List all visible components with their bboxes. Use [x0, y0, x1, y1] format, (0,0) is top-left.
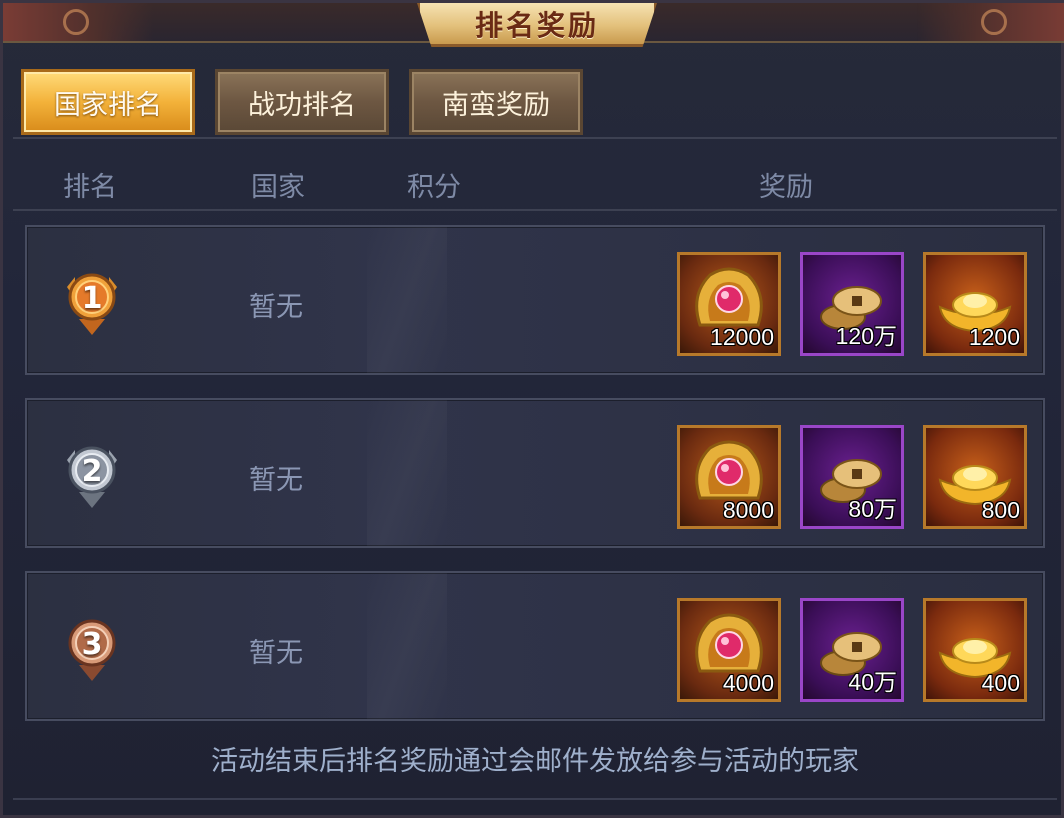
tab-nanman-reward[interactable]: 南蛮奖励: [409, 69, 583, 135]
cloud-ornament-icon: [981, 9, 1007, 35]
rank-number: 3: [81, 626, 103, 662]
reward-item[interactable]: 80万: [800, 425, 904, 529]
tab-label: 战功排名: [248, 89, 356, 121]
reward-item[interactable]: 1200: [923, 252, 1027, 356]
reward-quantity: 8000: [722, 497, 774, 523]
reward-quantity: 12000: [710, 324, 774, 350]
tab-nation-ranking[interactable]: 国家排名: [21, 69, 195, 135]
reward-window: 排名奖励 国家排名 战功排名 南蛮奖励 排名 国家 积分 奖励 1 暂无 120…: [0, 0, 1064, 818]
table-header: 排名 国家 积分 奖励: [13, 153, 1057, 211]
tab-label: 国家排名: [54, 89, 162, 121]
reward-item[interactable]: 400: [923, 598, 1027, 702]
corner-ornament-right: [917, 3, 1064, 41]
header-nation: 国家: [251, 172, 305, 203]
nation-name: 暂无: [249, 292, 303, 323]
window-title: 排名奖励: [474, 8, 599, 42]
window-title-plaque: 排名奖励: [417, 3, 657, 47]
table-row: 3 暂无 4000 40万 400: [25, 571, 1045, 721]
nation-name: 暂无: [249, 638, 303, 669]
reward-quantity: 1200: [968, 324, 1020, 350]
footer-note: 活动结束后排名奖励通过会邮件发放给参与活动的玩家: [211, 746, 859, 777]
gold-medal-icon: 1: [61, 269, 123, 335]
nation-name: 暂无: [249, 465, 303, 496]
tab-label: 南蛮奖励: [442, 89, 550, 121]
table-row: 1 暂无 12000 120万 1200: [25, 225, 1045, 375]
tab-merit-ranking[interactable]: 战功排名: [215, 69, 389, 135]
reward-quantity: 80万: [848, 496, 897, 522]
corner-ornament-left: [3, 3, 153, 41]
tab-bar: 国家排名 战功排名 南蛮奖励: [21, 69, 583, 135]
header-reward: 奖励: [759, 172, 813, 203]
reward-quantity: 4000: [722, 670, 774, 696]
reward-quantity: 120万: [835, 323, 897, 349]
divider: [13, 798, 1057, 800]
reward-item[interactable]: 12000: [677, 252, 781, 356]
divider: [13, 137, 1057, 139]
header-score: 积分: [407, 172, 461, 203]
rank-number: 2: [81, 453, 103, 489]
table-row: 2 暂无 8000 80万 800: [25, 398, 1045, 548]
reward-item[interactable]: 40万: [800, 598, 904, 702]
reward-item[interactable]: 4000: [677, 598, 781, 702]
reward-quantity: 40万: [848, 669, 897, 695]
bronze-medal-icon: 3: [61, 615, 123, 681]
silver-medal-icon: 2: [61, 442, 123, 508]
cloud-ornament-icon: [63, 9, 89, 35]
header-rank: 排名: [63, 172, 117, 203]
rank-number: 1: [81, 280, 103, 316]
reward-quantity: 800: [981, 497, 1020, 523]
reward-item[interactable]: 8000: [677, 425, 781, 529]
reward-item[interactable]: 800: [923, 425, 1027, 529]
reward-quantity: 400: [981, 670, 1020, 696]
reward-item[interactable]: 120万: [800, 252, 904, 356]
